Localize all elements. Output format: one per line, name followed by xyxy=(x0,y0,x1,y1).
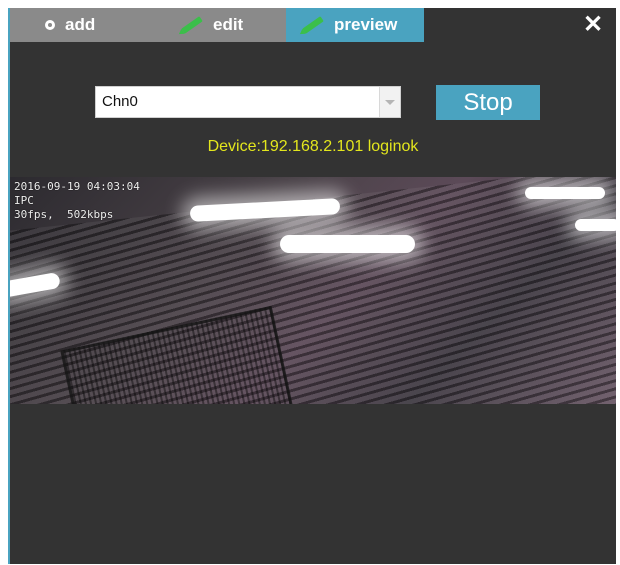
tab-preview[interactable]: preview xyxy=(286,8,424,42)
video-osd-name: IPC xyxy=(14,194,34,207)
pencil-icon xyxy=(181,16,203,34)
pencil-icon xyxy=(302,16,324,34)
stop-button[interactable]: Stop xyxy=(436,85,540,120)
plus-circle-icon xyxy=(45,20,55,30)
video-light xyxy=(280,235,415,253)
device-status-text: Device:192.168.2.101 loginok xyxy=(207,138,419,155)
tab-add-label: add xyxy=(65,15,96,34)
chevron-down-icon[interactable] xyxy=(379,87,400,117)
tab-add[interactable]: add xyxy=(10,8,148,42)
video-preview[interactable]: 2016-09-19 04:03:04 IPC 30fps, 502kbps xyxy=(10,177,616,404)
video-light xyxy=(525,187,605,199)
tab-edit-label: edit xyxy=(213,15,244,34)
tab-edit[interactable]: edit xyxy=(148,8,286,42)
close-icon: ✕ xyxy=(582,11,604,38)
video-light xyxy=(575,219,616,231)
preview-window: add edit preview ✕ Chn0 Stop Device:192.… xyxy=(8,8,616,564)
video-osd-datetime: 2016-09-19 04:03:04 xyxy=(14,180,140,193)
tab-preview-label: preview xyxy=(334,15,398,34)
video-osd-stats: 30fps, 502kbps xyxy=(14,208,114,221)
channel-select[interactable]: Chn0 xyxy=(95,86,401,118)
close-button[interactable]: ✕ xyxy=(580,12,606,38)
tab-bar: add edit preview ✕ xyxy=(10,8,616,42)
channel-select-value: Chn0 xyxy=(102,93,138,110)
